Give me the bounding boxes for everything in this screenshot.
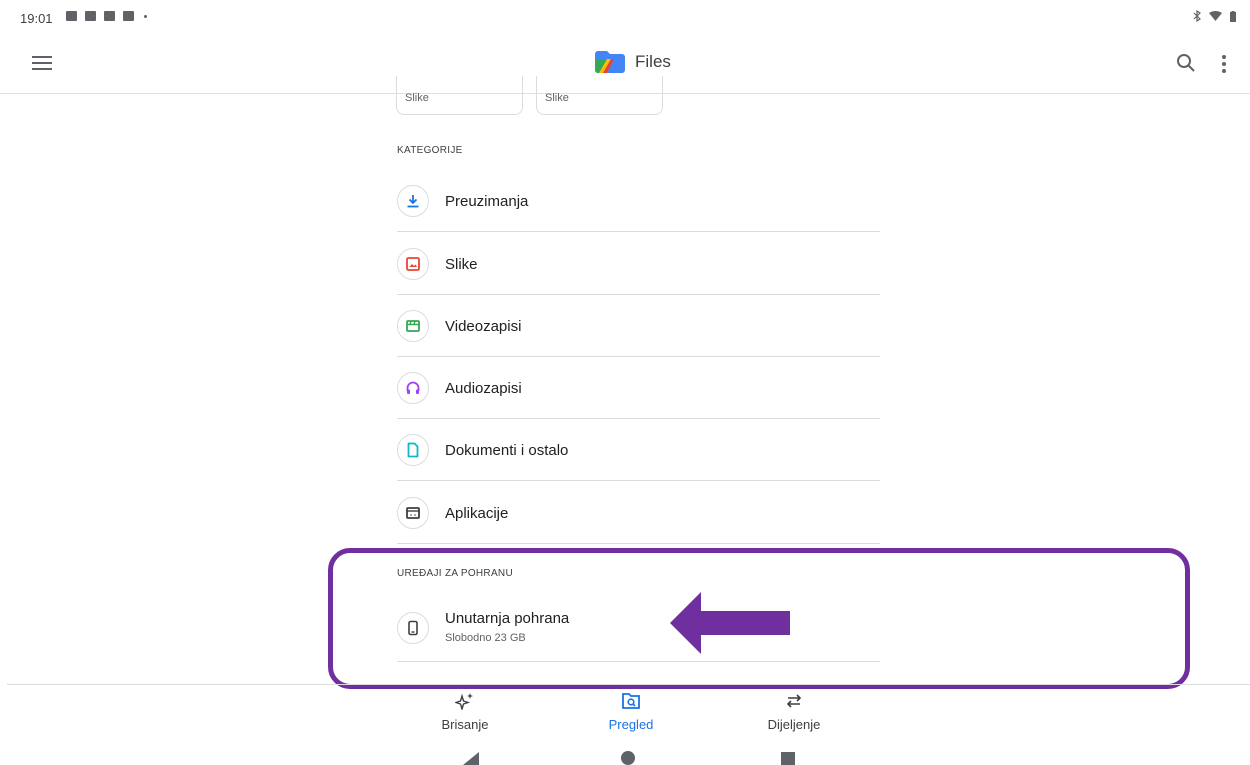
recent-card[interactable]: Slike (536, 76, 663, 115)
category-documents[interactable]: Dokumenti i ostalo (397, 419, 880, 481)
system-status-icons (1193, 10, 1236, 22)
category-apps[interactable]: Aplikacije (397, 482, 880, 544)
recent-card-label: Slike (545, 92, 569, 104)
category-videos[interactable]: Videozapisi (397, 295, 880, 357)
nav-browse-label: Pregled (608, 717, 654, 732)
back-icon[interactable] (463, 752, 479, 765)
category-label: Slike (445, 256, 478, 273)
wifi-icon (1209, 11, 1222, 21)
more-notifications-icon (144, 14, 147, 18)
image-icon (406, 257, 420, 271)
more-vert-icon (1222, 55, 1226, 73)
nav-share[interactable]: Dijeljenje (744, 692, 844, 732)
swap-icon (786, 694, 802, 708)
bottom-nav-divider (7, 684, 1250, 685)
battery-icon (1230, 10, 1236, 22)
search-icon (1177, 54, 1195, 72)
category-label: Preuzimanja (445, 193, 529, 210)
home-icon[interactable] (620, 750, 636, 765)
nav-clean[interactable]: Brisanje (415, 692, 515, 732)
document-icon (407, 442, 419, 458)
apps-icon (406, 507, 420, 519)
search-button[interactable] (1174, 51, 1198, 75)
app-title-group: Files (595, 51, 671, 73)
download-icon (407, 195, 419, 208)
browse-icon (622, 693, 640, 709)
status-time: 19:01 (20, 11, 53, 26)
notification-icon (104, 11, 115, 21)
category-label: Audiozapisi (445, 380, 522, 397)
nav-clean-label: Brisanje (441, 717, 489, 732)
nav-share-label: Dijeljenje (767, 717, 821, 732)
annotation-arrow-icon (670, 592, 790, 654)
system-navigation (0, 740, 1250, 765)
headphones-icon (406, 381, 420, 394)
category-label: Aplikacije (445, 505, 509, 522)
categories-header: KATEGORIJE (397, 145, 463, 156)
nav-browse[interactable]: Pregled (581, 692, 681, 732)
notification-icon (85, 11, 96, 21)
category-label: Dokumenti i ostalo (445, 442, 569, 459)
bottom-navigation: Brisanje Pregled Dijeljenje (0, 686, 1250, 738)
category-audio[interactable]: Audiozapisi (397, 357, 880, 419)
recents-icon[interactable] (781, 752, 795, 765)
sparkle-icon (453, 693, 473, 712)
app-title: Files (635, 52, 671, 71)
category-images[interactable]: Slike (397, 233, 880, 295)
recent-card[interactable]: Slike (396, 76, 523, 115)
recent-card-label: Slike (405, 92, 429, 104)
more-options-button[interactable] (1219, 53, 1229, 75)
menu-icon (32, 56, 52, 58)
notification-icons (66, 11, 147, 21)
status-bar: 19:01 (0, 0, 1250, 38)
bluetooth-icon (1193, 10, 1201, 22)
image-notification-icon (66, 11, 77, 21)
category-downloads[interactable]: Preuzimanja (397, 170, 880, 232)
category-label: Videozapisi (445, 318, 522, 335)
menu-button[interactable] (32, 56, 52, 72)
notification-icon (123, 11, 134, 21)
video-icon (406, 320, 420, 332)
files-logo-icon (595, 51, 625, 73)
